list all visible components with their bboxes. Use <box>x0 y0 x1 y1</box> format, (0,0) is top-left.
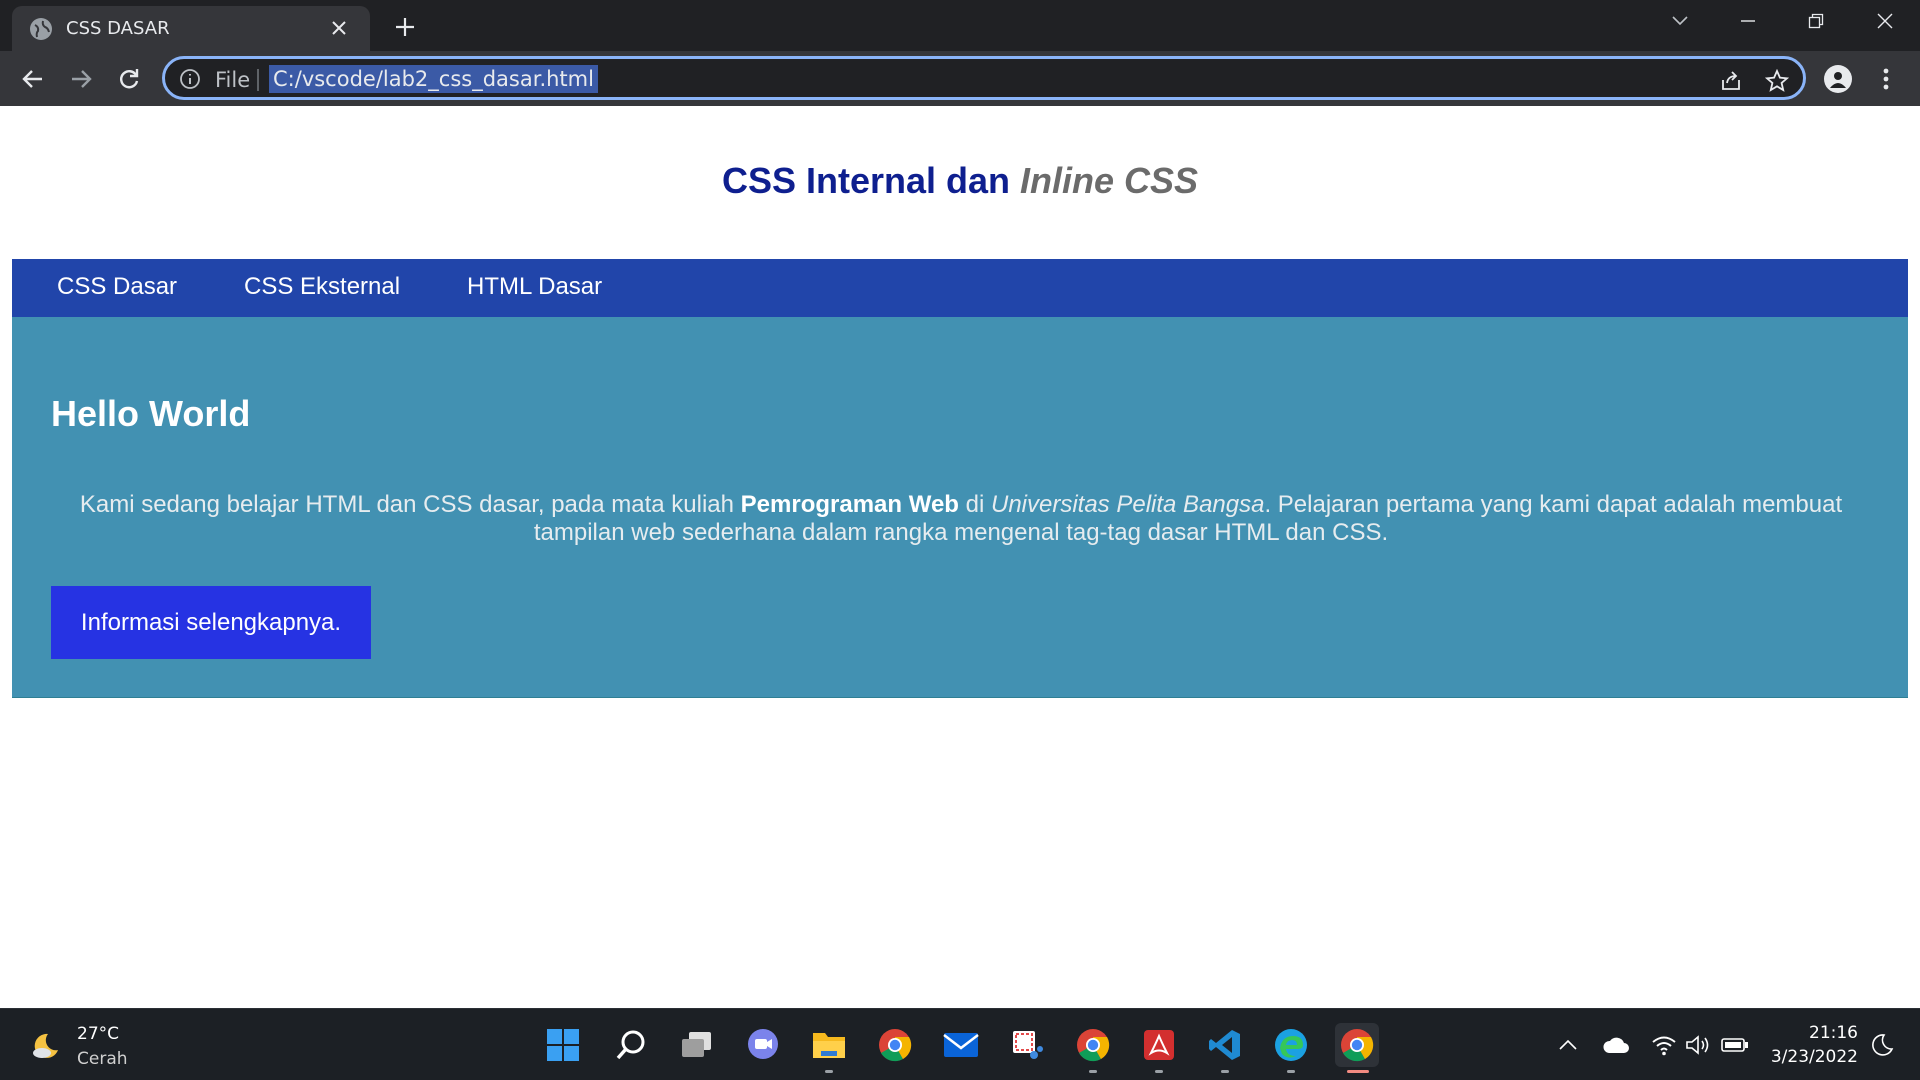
browser-toolbar: File C:/vscode/lab2_css_dasar.html <box>0 51 1920 106</box>
minimize-icon[interactable] <box>1718 0 1778 42</box>
chevron-up-icon[interactable] <box>1554 1031 1582 1059</box>
nav-link-css-dasar[interactable]: CSS Dasar <box>57 273 177 301</box>
page-title-main: CSS Internal dan <box>721 160 1021 201</box>
battery-icon[interactable] <box>1721 1031 1749 1059</box>
address-bar[interactable]: File C:/vscode/lab2_css_dasar.html <box>162 56 1806 100</box>
volume-icon[interactable] <box>1684 1031 1712 1059</box>
menu-kebab-icon[interactable] <box>1868 61 1904 97</box>
start-icon[interactable] <box>541 1023 585 1067</box>
content-heading: Hello World <box>51 393 251 434</box>
moon-weather-icon[interactable] <box>30 1030 62 1062</box>
weather-condition: Cerah <box>77 1049 128 1069</box>
snipping-tool-icon[interactable] <box>1005 1023 1049 1067</box>
running-indicator <box>1155 1070 1163 1073</box>
windows-taskbar: 27°C Cerah 21:16 3/23/2022 <box>0 1008 1920 1080</box>
page-title-italic: Inline CSS <box>1020 160 1199 201</box>
active-indicator <box>1347 1070 1369 1073</box>
teams-chat-icon[interactable] <box>741 1023 785 1067</box>
vscode-icon[interactable] <box>1203 1023 1247 1073</box>
url-text[interactable]: C:/vscode/lab2_css_dasar.html <box>269 65 598 93</box>
mail-icon[interactable] <box>939 1023 983 1067</box>
url-scheme-label: File <box>215 68 251 92</box>
nav-link-css-eksternal[interactable]: CSS Eksternal <box>244 273 400 301</box>
chrome-icon[interactable] <box>1335 1023 1379 1073</box>
page-title: CSS Internal dan Inline CSS <box>0 160 1920 202</box>
paragraph-text-2: di <box>958 491 991 518</box>
close-tab-icon[interactable] <box>326 15 352 41</box>
info-icon[interactable] <box>179 68 201 90</box>
onedrive-cloud-icon[interactable] <box>1602 1031 1630 1059</box>
globe-icon <box>30 17 52 40</box>
profile-avatar[interactable] <box>1820 61 1856 97</box>
paragraph-bold: Pemrograman Web <box>740 491 959 518</box>
content-paragraph: Kami sedang belajar HTML dan CSS dasar, … <box>52 491 1870 547</box>
chrome-icon[interactable] <box>873 1023 917 1067</box>
forward-arrow-icon[interactable] <box>62 60 100 98</box>
main-navbar: CSS Dasar CSS Eksternal HTML Dasar <box>12 259 1908 317</box>
new-tab-icon[interactable] <box>390 12 420 42</box>
edge-icon[interactable] <box>1269 1023 1313 1073</box>
page-viewport: CSS Internal dan Inline CSS CSS Dasar CS… <box>0 106 1920 1008</box>
clock-date[interactable]: 3/23/2022 <box>1771 1047 1858 1067</box>
file-explorer-icon[interactable] <box>807 1023 851 1073</box>
running-indicator <box>1089 1070 1097 1073</box>
task-view-icon[interactable] <box>675 1023 719 1067</box>
running-indicator <box>1287 1070 1295 1073</box>
acrobat-icon[interactable] <box>1137 1023 1181 1073</box>
weather-temperature: 27°C <box>77 1024 120 1044</box>
omnibox-divider <box>257 69 259 91</box>
paragraph-text-1: Kami sedang belajar HTML dan CSS dasar, … <box>79 491 741 518</box>
person-icon <box>1824 65 1852 93</box>
restore-icon[interactable] <box>1786 0 1846 42</box>
share-icon[interactable] <box>1717 67 1745 95</box>
running-indicator <box>825 1070 833 1073</box>
clock-time[interactable]: 21:16 <box>1809 1023 1858 1043</box>
chrome-icon[interactable] <box>1071 1023 1115 1073</box>
wifi-icon[interactable] <box>1650 1031 1678 1059</box>
nav-link-html-dasar[interactable]: HTML Dasar <box>467 273 602 301</box>
tab-title: CSS DASAR <box>66 18 170 39</box>
focus-moon-icon[interactable] <box>1868 1031 1896 1059</box>
tab-search-chevron-icon[interactable] <box>1650 0 1710 42</box>
content-section: Hello World Kami sedang belajar HTML dan… <box>12 317 1908 698</box>
bookmark-star-icon[interactable] <box>1763 67 1791 95</box>
tab-strip: CSS DASAR <box>0 0 1920 51</box>
paragraph-italic: Universitas Pelita Bangsa <box>990 491 1265 518</box>
close-window-icon[interactable] <box>1855 0 1915 42</box>
running-indicator <box>1221 1070 1229 1073</box>
search-icon[interactable] <box>609 1023 653 1067</box>
reload-icon[interactable] <box>110 60 148 98</box>
back-arrow-icon[interactable] <box>14 60 52 98</box>
browser-tab[interactable]: CSS DASAR <box>12 6 370 51</box>
more-info-button[interactable]: Informasi selengkapnya. <box>51 586 371 659</box>
